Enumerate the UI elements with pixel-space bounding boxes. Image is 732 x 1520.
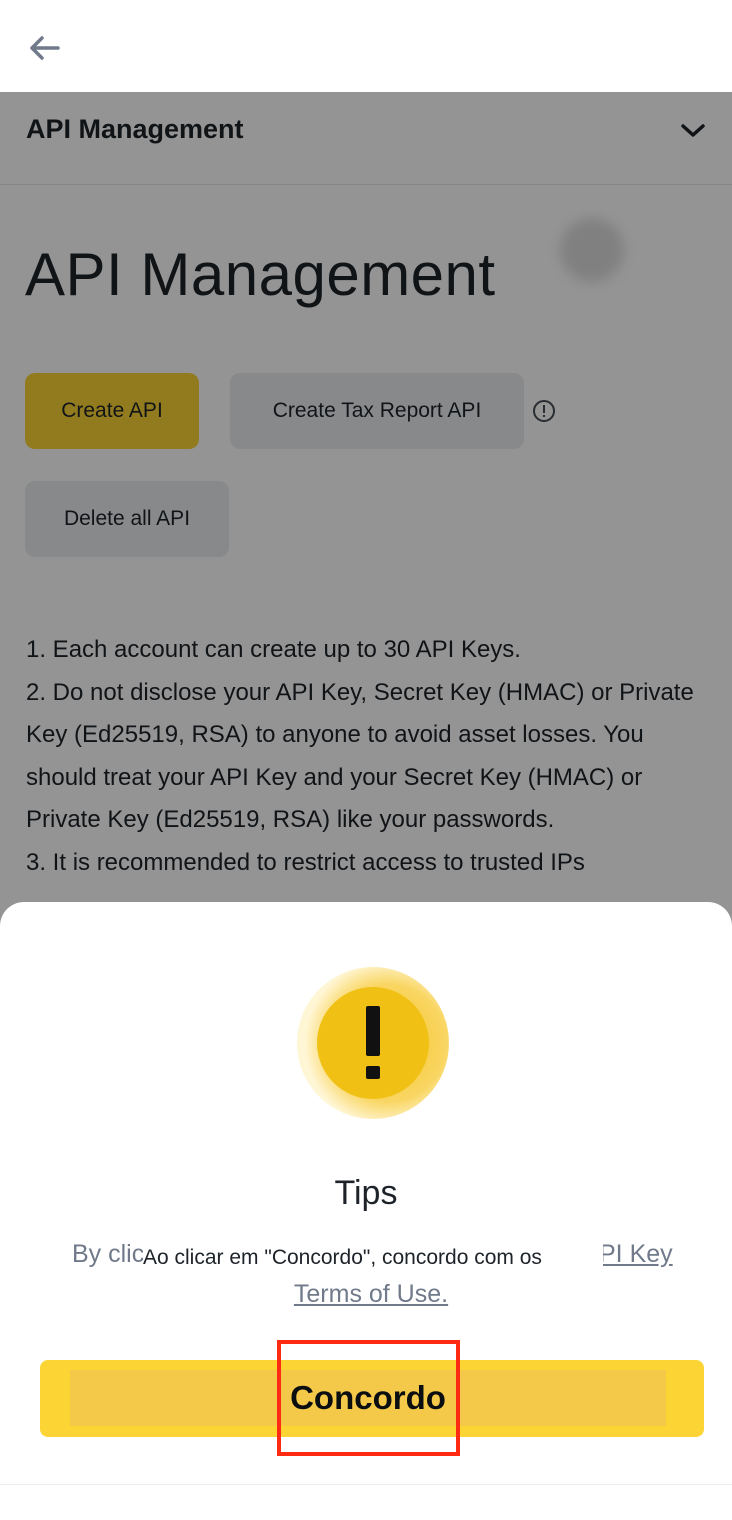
terms-of-use-link[interactable]: Terms of Use. bbox=[0, 1280, 732, 1309]
translation-overlay: Ao clicar em "Concordo", concordo com os bbox=[143, 1242, 603, 1276]
warning-icon bbox=[296, 966, 450, 1120]
divider bbox=[0, 1484, 732, 1485]
description-tail[interactable]: PI Key bbox=[599, 1240, 673, 1269]
description-start: By clic bbox=[72, 1240, 145, 1268]
highlight-box bbox=[277, 1340, 460, 1456]
top-bar bbox=[0, 0, 732, 92]
arrow-left-icon[interactable] bbox=[24, 28, 64, 68]
modal-title: Tips bbox=[334, 1174, 398, 1212]
tips-bottom-sheet: Tips By clic PI Key Ao clicar em "Concor… bbox=[0, 902, 732, 1520]
modal-description: By clic PI Key bbox=[72, 1240, 673, 1269]
